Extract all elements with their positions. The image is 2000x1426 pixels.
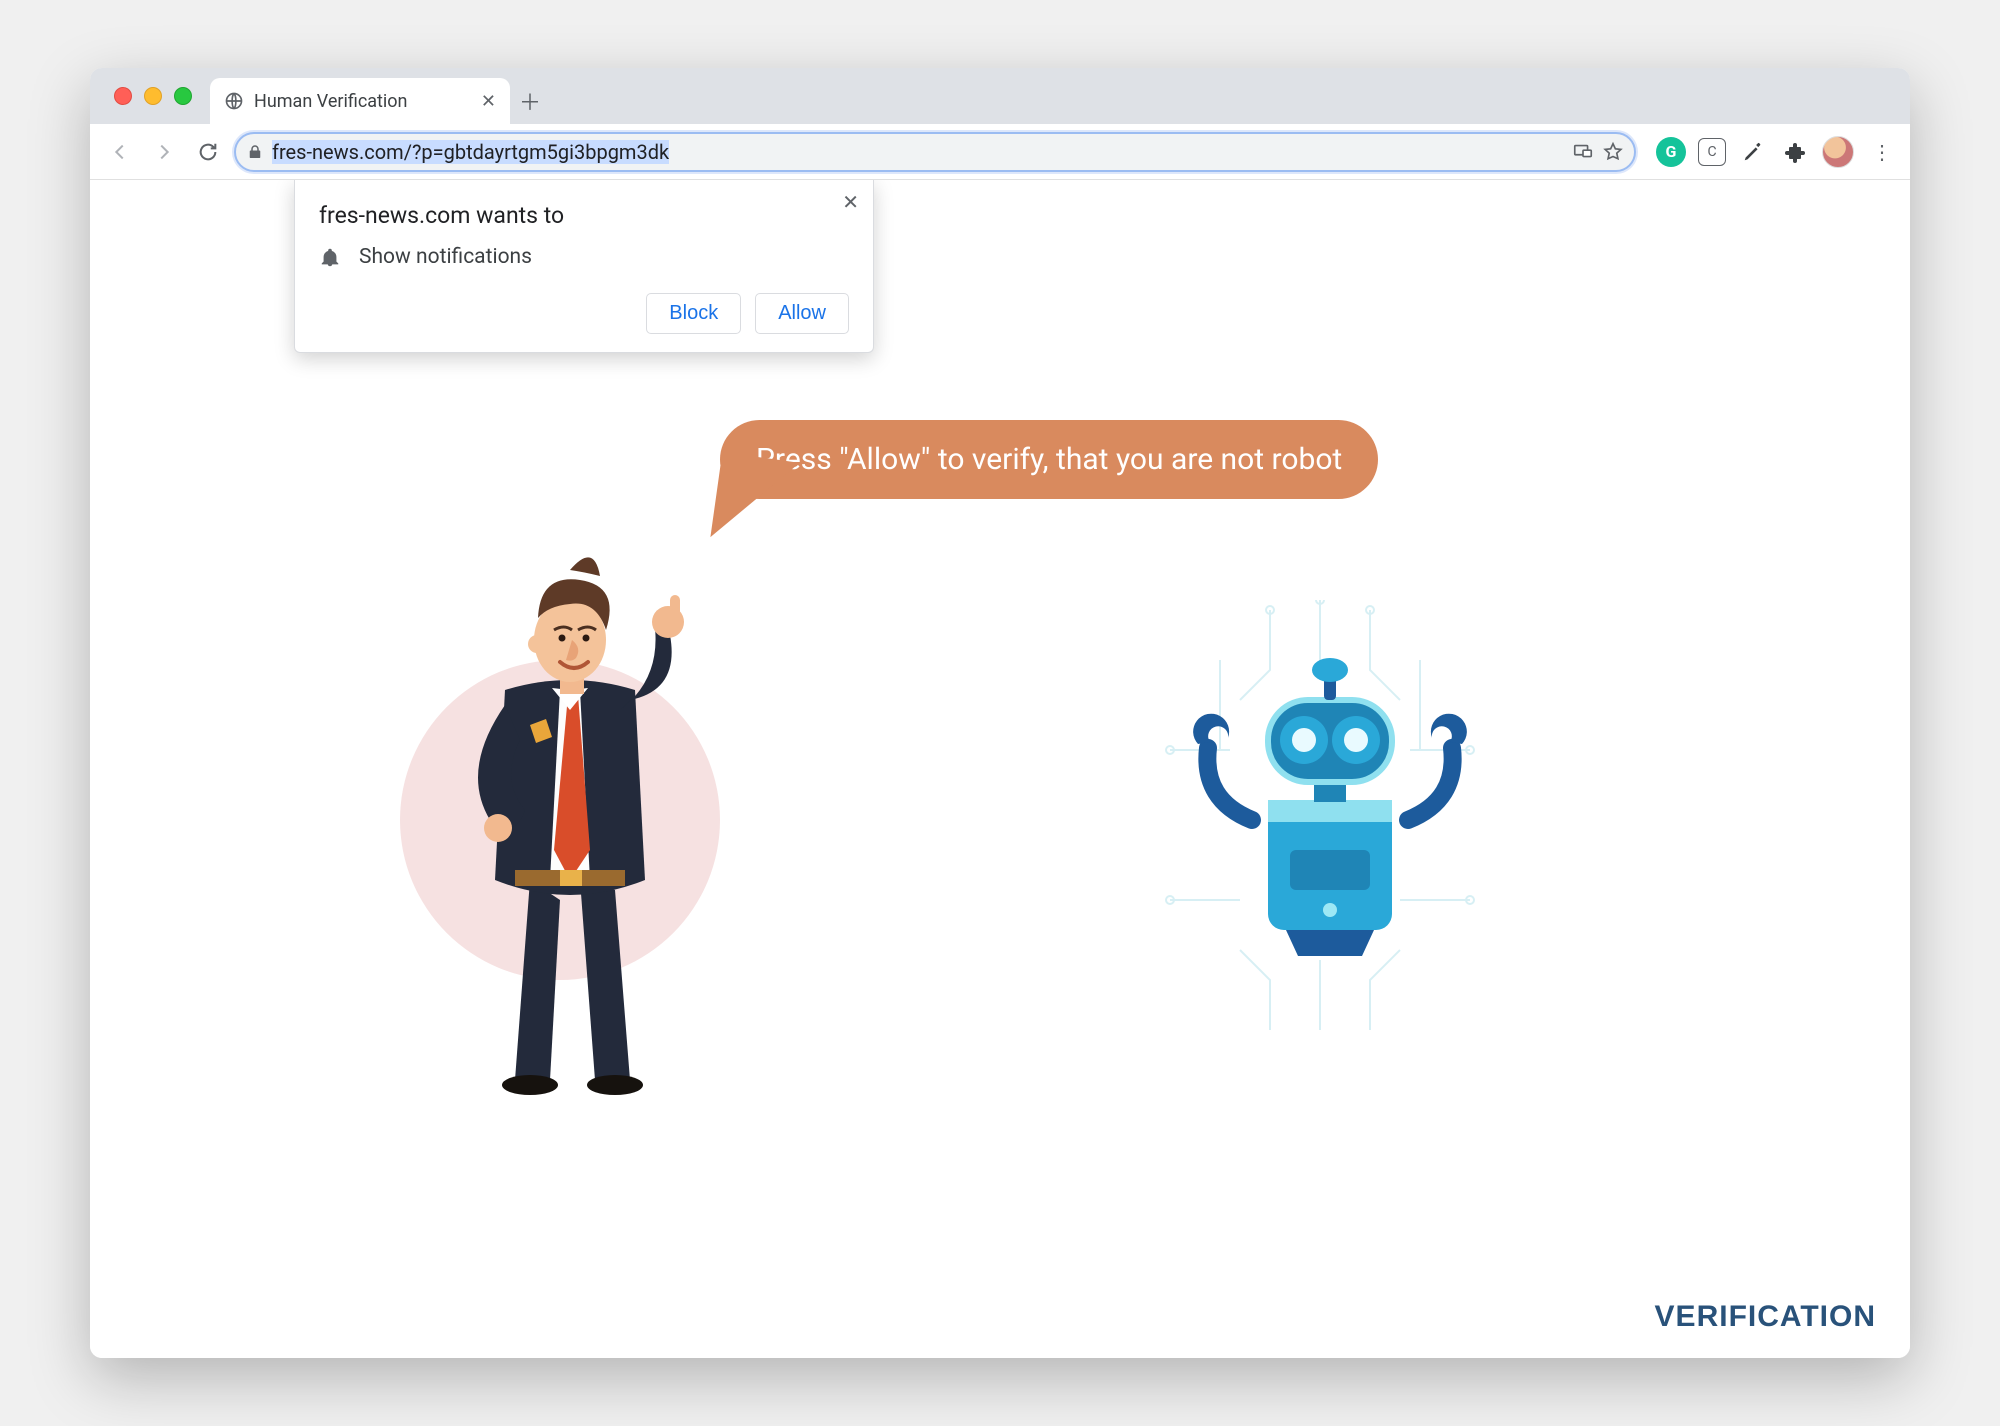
tab-close-button[interactable]: ✕	[481, 91, 496, 112]
browser-menu-button[interactable]: ⋮	[1866, 140, 1898, 164]
extension-grammarly[interactable]: G	[1656, 137, 1686, 167]
extensions-row: G C ⋮	[1656, 136, 1898, 168]
tab-title: Human Verification	[254, 91, 408, 112]
page-content: ✕ fres-news.com wants to Show notificati…	[90, 180, 1910, 1358]
popup-close-button[interactable]: ✕	[842, 190, 859, 214]
new-tab-button[interactable]: ＋	[510, 78, 550, 124]
bell-icon	[319, 246, 341, 268]
tab-bar: Human Verification ✕ ＋	[90, 68, 1910, 124]
verification-footer-label: VERIFICATION	[1655, 1300, 1876, 1334]
reload-button[interactable]	[190, 134, 226, 170]
window-minimize-button[interactable]	[144, 87, 162, 105]
robot-icon	[1190, 640, 1470, 980]
bookmark-star-icon[interactable]	[1602, 141, 1624, 163]
desktop-share-icon[interactable]	[1572, 141, 1594, 163]
extensions-menu-icon[interactable]	[1780, 137, 1810, 167]
robot-illustration	[1110, 600, 1530, 1040]
window-close-button[interactable]	[114, 87, 132, 105]
address-bar[interactable]: fres-news.com/?p=gbtdayrtgm5gi3bpgm3dk	[234, 132, 1636, 172]
back-button[interactable]	[102, 134, 138, 170]
allow-button[interactable]: Allow	[755, 293, 849, 334]
forward-button[interactable]	[146, 134, 182, 170]
block-button[interactable]: Block	[646, 293, 741, 334]
permission-item-label: Show notifications	[359, 245, 532, 269]
lock-icon	[246, 143, 264, 161]
globe-icon	[224, 91, 244, 111]
permission-title: fres-news.com wants to	[319, 202, 849, 229]
browser-window: Human Verification ✕ ＋ fres-news.com/?p=…	[90, 68, 1910, 1358]
profile-avatar[interactable]	[1822, 136, 1854, 168]
extension-highlighter[interactable]	[1738, 137, 1768, 167]
bubble-text: Press "Allow" to verify, that you are no…	[756, 442, 1342, 477]
businessman-icon	[420, 540, 720, 1100]
speech-bubble: Press "Allow" to verify, that you are no…	[720, 420, 1378, 499]
window-zoom-button[interactable]	[174, 87, 192, 105]
toolbar: fres-news.com/?p=gbtdayrtgm5gi3bpgm3dk G…	[90, 124, 1910, 180]
url-text: fres-news.com/?p=gbtdayrtgm5gi3bpgm3dk	[272, 140, 1564, 164]
notification-permission-popup: ✕ fres-news.com wants to Show notificati…	[294, 180, 874, 353]
permission-item: Show notifications	[319, 245, 849, 269]
window-controls	[114, 87, 192, 105]
human-illustration	[360, 540, 790, 1120]
extension-clipper[interactable]: C	[1698, 138, 1726, 166]
browser-tab[interactable]: Human Verification ✕	[210, 78, 510, 124]
